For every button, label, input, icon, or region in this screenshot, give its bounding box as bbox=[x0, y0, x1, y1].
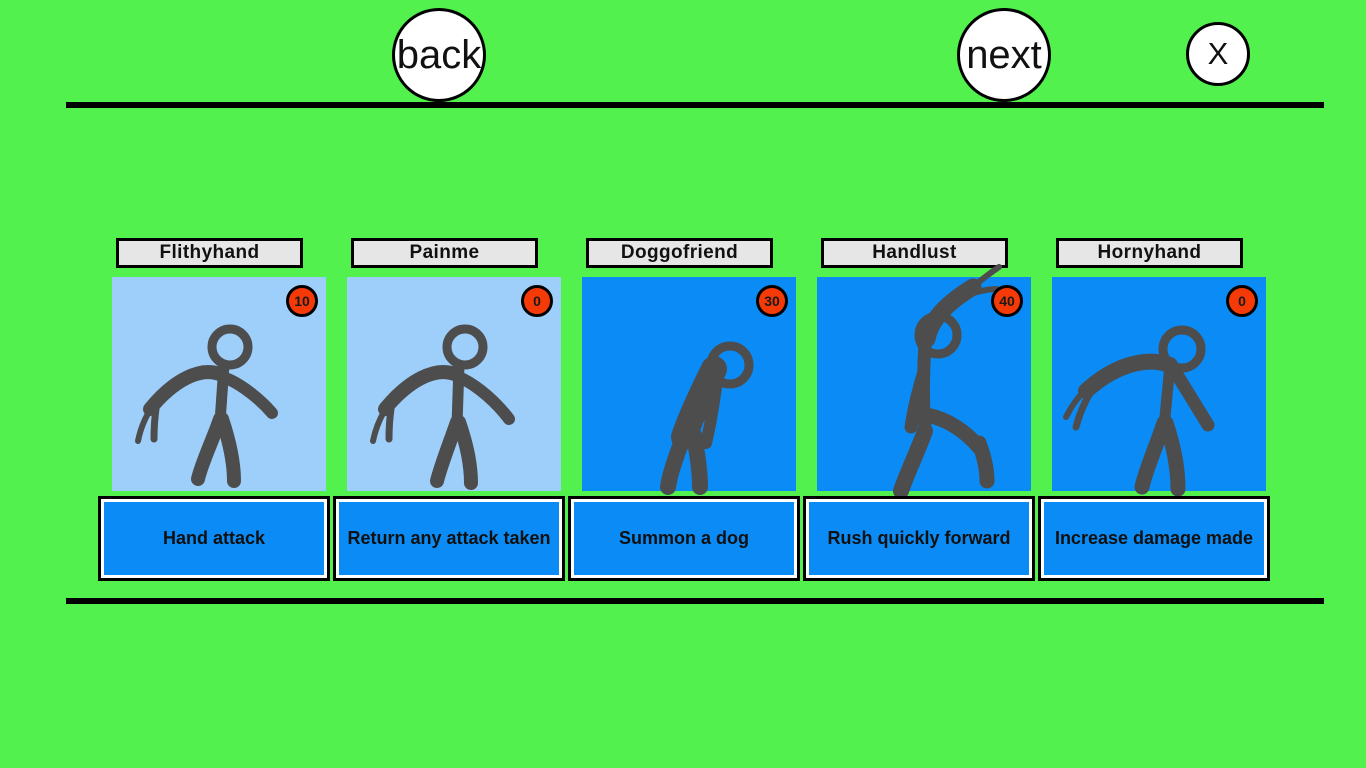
card-description-text: Increase damage made bbox=[1044, 502, 1264, 575]
card-description-text: Hand attack bbox=[104, 502, 324, 575]
next-button[interactable]: next bbox=[957, 8, 1051, 102]
card-description-text: Rush quickly forward bbox=[809, 502, 1029, 575]
card-description: Summon a dog bbox=[568, 496, 800, 581]
card-description: Increase damage made bbox=[1038, 496, 1270, 581]
card-artwork: 30 bbox=[582, 277, 796, 495]
card-item[interactable]: Flithyhand 10 Hand attack bbox=[98, 238, 334, 583]
close-icon: X bbox=[1207, 36, 1229, 71]
card-cost-badge: 0 bbox=[521, 285, 553, 317]
card-description: Hand attack bbox=[98, 496, 330, 581]
top-divider bbox=[66, 102, 1324, 108]
card-artwork: 0 bbox=[347, 277, 561, 491]
card-cost-badge: 30 bbox=[756, 285, 788, 317]
card-description: Return any attack taken bbox=[333, 496, 565, 581]
card-cost-badge: 40 bbox=[991, 285, 1023, 317]
card-item[interactable]: Handlust 40 Rush quickly forward bbox=[803, 238, 1039, 583]
next-button-label: next bbox=[966, 32, 1042, 77]
close-button[interactable]: X bbox=[1186, 22, 1250, 86]
card-artwork: 0 bbox=[1052, 277, 1266, 497]
card-cost-badge: 0 bbox=[1226, 285, 1258, 317]
back-button[interactable]: back bbox=[392, 8, 486, 102]
back-button-label: back bbox=[396, 32, 482, 77]
card-artwork: 40 bbox=[817, 264, 1031, 499]
card-description-text: Summon a dog bbox=[574, 502, 794, 575]
card-item[interactable]: Painme 0 Return any attack taken bbox=[333, 238, 569, 583]
card-item[interactable]: Doggofriend 30 Summon a dog bbox=[568, 238, 804, 583]
game-screen: back next X Flithyhand 10 Hand attack Pa… bbox=[0, 0, 1366, 768]
card-cost-badge: 10 bbox=[286, 285, 318, 317]
bottom-divider bbox=[66, 598, 1324, 604]
card-description-text: Return any attack taken bbox=[339, 502, 559, 575]
card-description: Rush quickly forward bbox=[803, 496, 1035, 581]
card-grid: Flithyhand 10 Hand attack Painme 0 Retur… bbox=[0, 238, 1366, 583]
card-artwork: 10 bbox=[112, 277, 326, 491]
card-item[interactable]: Hornyhand 0 Increase damage made bbox=[1038, 238, 1274, 583]
